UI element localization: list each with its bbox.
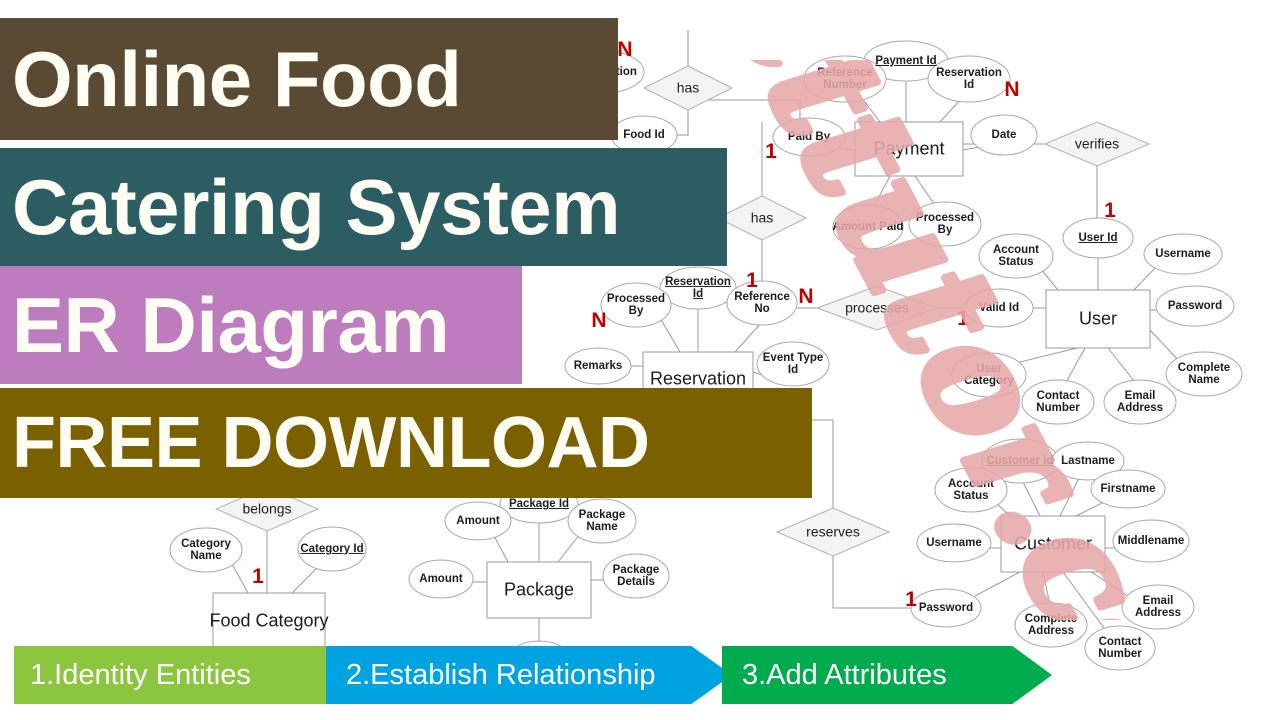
- title-banner-line-3: ER Diagram: [0, 266, 522, 384]
- step-chevron-add-attributes[interactable]: 3.Add Attributes: [722, 646, 1052, 704]
- screenshot-canvas: .ln { stroke:#9a9a9a; stroke-width:1; fi…: [0, 0, 1280, 720]
- title-banner-line-1: Online Food: [0, 18, 618, 140]
- step-chevron-identify-entities[interactable]: 1.Identity Entities: [14, 646, 370, 704]
- title-banner-line-2: Catering System: [0, 148, 727, 266]
- step-chevron-establish-relationship[interactable]: 2.Establish Relationship: [326, 646, 732, 704]
- title-banner-line-4: FREE DOWNLOAD: [0, 388, 812, 498]
